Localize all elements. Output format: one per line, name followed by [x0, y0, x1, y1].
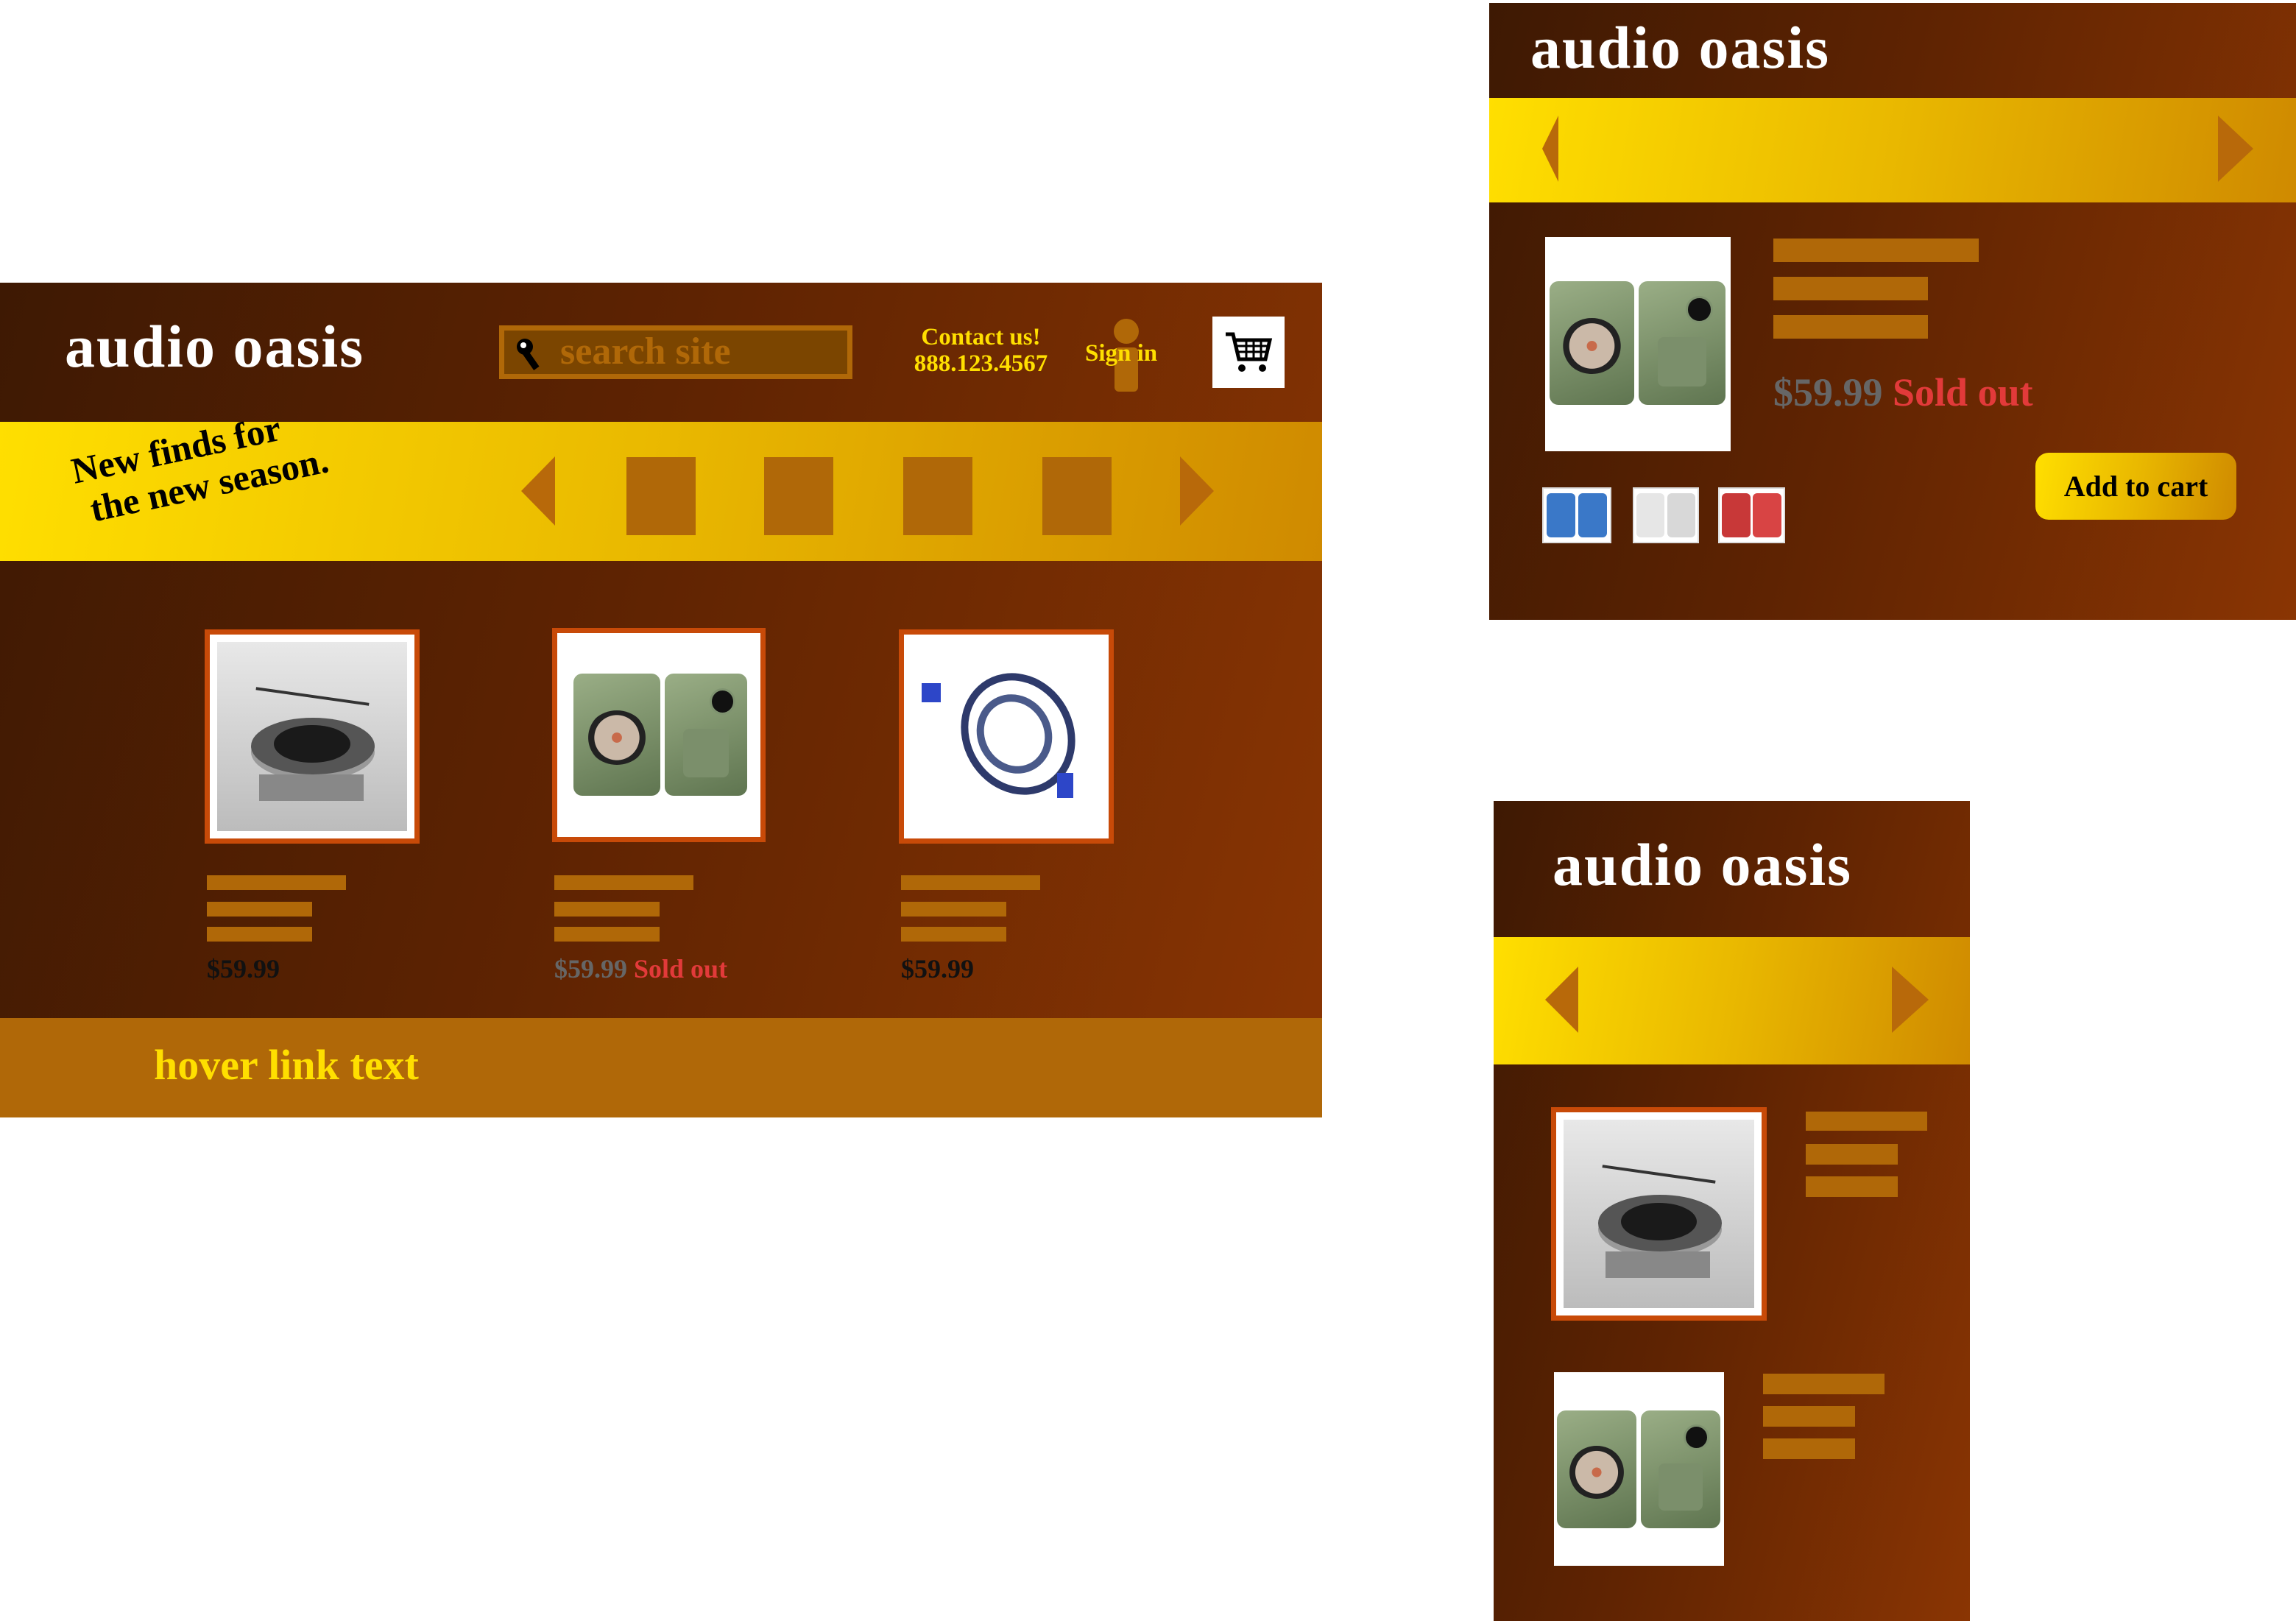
contact-phone: 888.123.4567: [914, 350, 1048, 377]
tablet-page: audio oasis $59.99 Sold out Add to cart: [1489, 3, 2296, 620]
search-input[interactable]: search site: [499, 325, 852, 379]
product-card[interactable]: $59.99: [899, 629, 1120, 983]
mobile-banner: [1494, 937, 1970, 1064]
contact-block[interactable]: Contact us! 888.123.4567: [898, 324, 1064, 377]
contact-label: Contact us!: [921, 324, 1041, 350]
footer-link[interactable]: hover link text: [154, 1040, 419, 1090]
product-image-turntable[interactable]: [205, 629, 420, 844]
title-placeholder-bar: [1763, 1374, 1885, 1394]
title-placeholder-bar: [1806, 1112, 1927, 1131]
cart-icon: [1226, 332, 1273, 372]
thumbnail-red[interactable]: [1718, 487, 1785, 543]
product-image-cable[interactable]: [899, 629, 1114, 844]
product-card[interactable]: $59.99 Sold out: [552, 628, 773, 984]
search-icon: [517, 339, 540, 370]
product-price: $59.99: [1773, 370, 1883, 414]
desc-placeholder-bar: [554, 902, 660, 917]
brand-logo[interactable]: audio oasis: [1530, 13, 1830, 82]
carousel-slot[interactable]: [1042, 457, 1112, 535]
title-placeholder-bar: [1773, 239, 1979, 262]
desktop-banner: New finds for the new season.: [0, 407, 1322, 561]
cart-button[interactable]: [1212, 317, 1285, 388]
product-main-image[interactable]: [1545, 237, 1731, 451]
desktop-page: audio oasis search site Contact us! 888.…: [0, 283, 1322, 1117]
carousel-prev-arrow[interactable]: [1542, 116, 1558, 182]
sign-in-button[interactable]: Sign in: [1084, 318, 1170, 392]
brand-logo[interactable]: audio oasis: [1553, 830, 1852, 900]
product-price: $59.99: [901, 954, 974, 983]
title-placeholder-bar: [554, 875, 693, 890]
carousel-prev-arrow[interactable]: [1545, 967, 1578, 1033]
desktop-header: audio oasis search site Contact us! 888.…: [0, 283, 1322, 422]
add-to-cart-button[interactable]: Add to cart: [2035, 453, 2236, 520]
carousel-next-arrow[interactable]: [1180, 456, 1214, 526]
product-card[interactable]: $59.99: [205, 629, 425, 983]
carousel-next-arrow[interactable]: [2218, 116, 2253, 182]
sold-out-badge: Sold out: [634, 954, 728, 983]
desc-placeholder-bar: [901, 902, 1006, 917]
sign-in-label: Sign in: [1085, 340, 1158, 367]
sold-out-badge: Sold out: [1893, 370, 2033, 414]
title-placeholder-bar: [207, 875, 346, 890]
carousel-prev-arrow[interactable]: [521, 456, 555, 526]
product-price: $59.99: [207, 954, 280, 983]
product-image-turntable[interactable]: [1551, 1107, 1767, 1321]
desc-placeholder-bar: [1763, 1406, 1855, 1427]
desc-placeholder-bar: [207, 927, 312, 942]
thumbnail-white[interactable]: [1633, 487, 1699, 543]
product-image-speakers[interactable]: [552, 628, 766, 842]
desc-placeholder-bar: [554, 927, 660, 942]
carousel-slot[interactable]: [626, 457, 696, 535]
desc-placeholder-bar: [207, 902, 312, 917]
carousel-slot[interactable]: [903, 457, 972, 535]
desktop-footer: hover link text: [0, 1018, 1322, 1117]
desc-placeholder-bar: [1806, 1144, 1898, 1165]
product-price: $59.99: [554, 954, 627, 983]
title-placeholder-bar: [901, 875, 1040, 890]
product-image-speakers[interactable]: [1554, 1372, 1724, 1566]
brand-logo[interactable]: audio oasis: [65, 312, 364, 381]
product-price-line: $59.99 Sold out: [554, 953, 727, 984]
carousel-next-arrow[interactable]: [1892, 967, 1929, 1033]
search-placeholder: search site: [560, 331, 731, 372]
tablet-banner: [1489, 98, 2296, 202]
mobile-page: audio oasis: [1494, 801, 1970, 1621]
thumbnail-blue[interactable]: [1542, 487, 1611, 543]
desc-placeholder-bar: [1806, 1176, 1898, 1197]
desc-placeholder-bar: [1773, 315, 1928, 339]
desc-placeholder-bar: [1763, 1438, 1855, 1459]
desc-placeholder-bar: [901, 927, 1006, 942]
desc-placeholder-bar: [1773, 277, 1928, 300]
product-price-line: $59.99 Sold out: [1773, 370, 2033, 415]
carousel-slot[interactable]: [764, 457, 833, 535]
